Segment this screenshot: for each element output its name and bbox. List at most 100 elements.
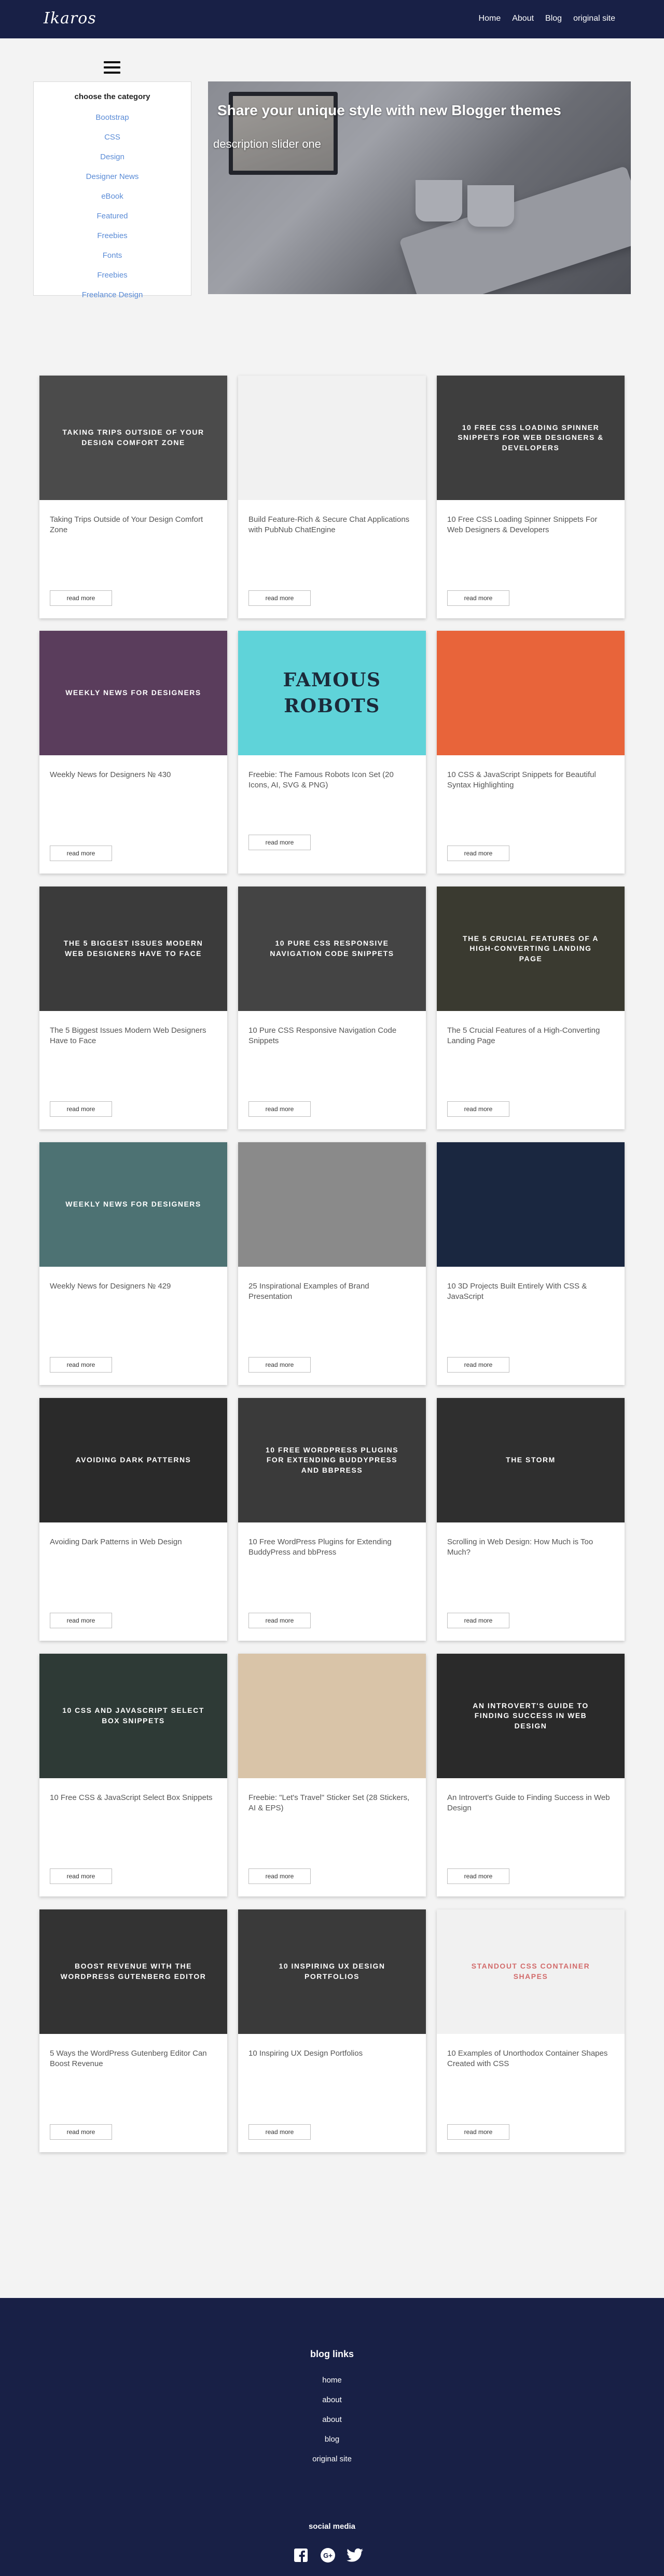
post-thumbnail[interactable]: Standout CSS container shapes xyxy=(437,1909,625,2034)
post-title[interactable]: 10 Free CSS Loading Spinner Snippets For… xyxy=(447,515,613,535)
read-more-button[interactable]: read more xyxy=(248,1357,311,1373)
site-logo[interactable]: Ikaros xyxy=(44,9,96,27)
read-more-button[interactable]: read more xyxy=(248,2124,311,2140)
category-link[interactable]: Bootstrap xyxy=(95,113,129,122)
post-card: 10 free WordPress plugins for extending … xyxy=(238,1398,426,1641)
slide-title: Share your unique style with new Blogger… xyxy=(217,102,561,118)
nav-original-site[interactable]: original site xyxy=(573,14,615,23)
post-card: Freebie: "Let's Travel" Sticker Set (28 … xyxy=(238,1654,426,1896)
read-more-button[interactable]: read more xyxy=(50,2124,112,2140)
post-title[interactable]: 10 Inspiring UX Design Portfolios xyxy=(248,2048,414,2059)
read-more-button[interactable]: read more xyxy=(447,1357,509,1373)
post-thumbnail[interactable]: The 5 crucial features of a high-convert… xyxy=(437,887,625,1011)
read-more-button[interactable]: read more xyxy=(447,590,509,606)
read-more-button[interactable]: read more xyxy=(50,1613,112,1628)
post-thumbnail[interactable]: THE STORM xyxy=(437,1398,625,1522)
thumbnail-text: THE STORM xyxy=(506,1456,556,1464)
post-thumbnail[interactable]: 10 free CSS loading spinner snippets for… xyxy=(437,376,625,500)
post-card: Taking trips outside of your design comf… xyxy=(39,376,227,618)
read-more-button[interactable]: read more xyxy=(50,1868,112,1884)
read-more-button[interactable]: read more xyxy=(50,1357,112,1373)
nav-blog[interactable]: Blog xyxy=(545,14,562,23)
post-title[interactable]: Scrolling in Web Design: How Much is Too… xyxy=(447,1537,613,1558)
post-thumbnail[interactable]: The 5 biggest issues modern web designer… xyxy=(39,887,227,1011)
read-more-button[interactable]: read more xyxy=(50,590,112,606)
hero-slider[interactable]: Share your unique style with new Blogger… xyxy=(208,81,631,294)
thumbnail-text: Taking trips outside of your design comf… xyxy=(62,428,204,447)
post-thumbnail[interactable]: Weekly News for Designers xyxy=(39,631,227,755)
post-title[interactable]: 25 Inspirational Examples of Brand Prese… xyxy=(248,1281,414,1302)
post-title[interactable]: Weekly News for Designers № 430 xyxy=(50,770,216,780)
category-link[interactable]: eBook xyxy=(101,192,123,201)
read-more-button[interactable]: read more xyxy=(50,1101,112,1117)
post-title[interactable]: 10 CSS & JavaScript Snippets for Beautif… xyxy=(447,770,613,791)
footer-link[interactable]: about xyxy=(322,2395,342,2404)
read-more-button[interactable]: read more xyxy=(248,590,311,606)
twitter-icon[interactable] xyxy=(347,2547,363,2564)
post-title[interactable]: 10 Free WordPress Plugins for Extending … xyxy=(248,1537,414,1558)
category-link[interactable]: Featured xyxy=(96,212,128,220)
post-title[interactable]: Weekly News for Designers № 429 xyxy=(50,1281,216,1292)
post-thumbnail[interactable]: 10 free WordPress plugins for extending … xyxy=(238,1398,426,1522)
read-more-button[interactable]: read more xyxy=(248,835,311,850)
read-more-button[interactable]: read more xyxy=(248,1101,311,1117)
facebook-icon[interactable] xyxy=(293,2547,309,2564)
category-link[interactable]: Freelance Design xyxy=(82,290,143,299)
post-thumbnail[interactable]: 10 CSS and JavaScript select box snippet… xyxy=(39,1654,227,1778)
google-plus-icon[interactable]: G+ xyxy=(320,2547,336,2564)
post-title[interactable]: 10 Examples of Unorthodox Container Shap… xyxy=(447,2048,613,2069)
footer-link[interactable]: blog xyxy=(325,2435,339,2444)
category-link[interactable]: Fonts xyxy=(103,251,122,260)
post-title[interactable]: Freebie: The Famous Robots Icon Set (20 … xyxy=(248,770,414,791)
post-title[interactable]: 5 Ways the WordPress Gutenberg Editor Ca… xyxy=(50,2048,216,2069)
post-thumbnail[interactable]: Avoiding dark patterns xyxy=(39,1398,227,1522)
category-item: Freebies xyxy=(34,231,191,251)
post-thumbnail[interactable] xyxy=(238,1142,426,1267)
read-more-button[interactable]: read more xyxy=(447,846,509,861)
read-more-button[interactable]: read more xyxy=(447,1613,509,1628)
post-thumbnail[interactable]: Taking trips outside of your design comf… xyxy=(39,376,227,500)
post-title[interactable]: An Introvert's Guide to Finding Success … xyxy=(447,1793,613,1813)
nav-about[interactable]: About xyxy=(512,14,534,23)
post-thumbnail[interactable] xyxy=(437,631,625,755)
post-title[interactable]: 10 Pure CSS Responsive Navigation Code S… xyxy=(248,1026,414,1046)
read-more-button[interactable]: read more xyxy=(447,1868,509,1884)
post-thumbnail[interactable]: 10 pure CSS responsive navigation code s… xyxy=(238,887,426,1011)
category-link[interactable]: Freebies xyxy=(97,231,127,240)
footer-link[interactable]: home xyxy=(322,2376,342,2385)
footer-link[interactable]: about xyxy=(322,2415,342,2424)
post-thumbnail[interactable] xyxy=(238,1654,426,1778)
post-title[interactable]: Taking Trips Outside of Your Design Comf… xyxy=(50,515,216,535)
post-thumbnail[interactable] xyxy=(238,376,426,500)
category-item: Designer News xyxy=(34,172,191,191)
post-thumbnail[interactable] xyxy=(437,1142,625,1267)
footer-link[interactable]: original site xyxy=(312,2455,352,2463)
main-nav: Home About Blog original site xyxy=(479,14,615,23)
category-link[interactable]: Designer News xyxy=(86,172,139,181)
category-link[interactable]: Freebies xyxy=(97,271,127,280)
post-title[interactable]: Avoiding Dark Patterns in Web Design xyxy=(50,1537,216,1547)
post-card: Weekly News for Designers Weekly News for… xyxy=(39,1142,227,1385)
post-thumbnail[interactable]: FAMOUS ROBOTS xyxy=(238,631,426,755)
post-title[interactable]: 10 Free CSS & JavaScript Select Box Snip… xyxy=(50,1793,216,1803)
read-more-button[interactable]: read more xyxy=(248,1868,311,1884)
post-title[interactable]: Freebie: "Let's Travel" Sticker Set (28 … xyxy=(248,1793,414,1813)
read-more-button[interactable]: read more xyxy=(50,846,112,861)
read-more-button[interactable]: read more xyxy=(248,1613,311,1628)
post-thumbnail[interactable]: 10 inspiring UX design portfolios xyxy=(238,1909,426,2034)
post-thumbnail[interactable]: Weekly News for Designers xyxy=(39,1142,227,1267)
post-card: 25 Inspirational Examples of Brand Prese… xyxy=(238,1142,426,1385)
post-title[interactable]: The 5 Crucial Features of a High-Convert… xyxy=(447,1026,613,1046)
read-more-button[interactable]: read more xyxy=(447,1101,509,1117)
post-title[interactable]: Build Feature-Rich & Secure Chat Applica… xyxy=(248,515,414,535)
post-thumbnail[interactable]: Boost revenue with the WordPress Gutenbe… xyxy=(39,1909,227,2034)
menu-icon[interactable] xyxy=(104,61,120,75)
post-title[interactable]: 10 3D Projects Built Entirely With CSS &… xyxy=(447,1281,613,1302)
category-link[interactable]: CSS xyxy=(104,133,120,142)
post-thumbnail[interactable]: An introvert's guide to finding success … xyxy=(437,1654,625,1778)
category-link[interactable]: Design xyxy=(100,153,125,161)
nav-home[interactable]: Home xyxy=(479,14,501,23)
post-title[interactable]: The 5 Biggest Issues Modern Web Designer… xyxy=(50,1026,216,1046)
post-card: FAMOUS ROBOTS Freebie: The Famous Robots … xyxy=(238,631,426,874)
read-more-button[interactable]: read more xyxy=(447,2124,509,2140)
